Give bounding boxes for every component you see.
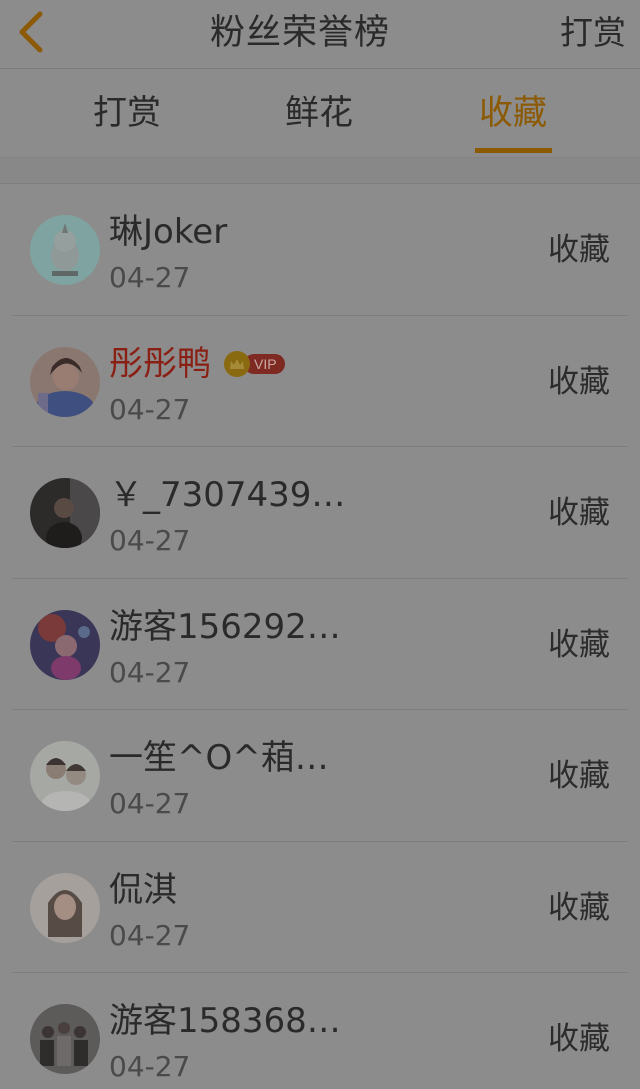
- list-item[interactable]: 游客158368… 04-27 收藏: [12, 973, 628, 1089]
- fan-name: 游客158368…: [109, 1001, 341, 1041]
- tab-reward[interactable]: 打赏: [72, 91, 182, 135]
- vip-badge: VIP: [224, 350, 285, 377]
- fan-name: 琳Joker: [109, 212, 228, 252]
- woman-portrait-avatar[interactable]: [30, 872, 100, 943]
- vip-label: VIP: [244, 353, 285, 374]
- fan-name: 侃淇: [109, 869, 177, 910]
- fan-date: 04-27: [109, 392, 191, 426]
- fan-action: 收藏: [548, 495, 610, 531]
- reward-button[interactable]: 打赏: [560, 8, 626, 58]
- fan-action: 收藏: [548, 1021, 610, 1057]
- fan-action: 收藏: [548, 758, 610, 794]
- section-divider: [0, 158, 640, 184]
- list-item[interactable]: 侃淇 04-27 收藏: [12, 842, 628, 973]
- fan-date: 04-27: [109, 787, 191, 820]
- list-item[interactable]: ￥_7307439… 04-27 收藏: [12, 447, 628, 579]
- list-item[interactable]: 一笙^O^葙… 04-27 收藏: [12, 710, 628, 842]
- page-title: 粉丝荣誉榜: [209, 13, 390, 53]
- tab-bar: 打赏 鲜花 收藏: [0, 69, 640, 158]
- girl-blue-avatar[interactable]: [30, 346, 100, 417]
- fan-date: 04-27: [109, 655, 191, 689]
- list-item[interactable]: 彤彤鸭 VIP 04-27 收藏: [12, 316, 628, 447]
- fan-action: 收藏: [548, 363, 610, 400]
- fan-date: 04-27: [109, 1050, 191, 1083]
- tab-favorites[interactable]: 收藏: [458, 91, 568, 135]
- fan-action: 收藏: [548, 232, 610, 268]
- dark-photo-avatar[interactable]: [30, 478, 100, 548]
- couple-avatar[interactable]: [30, 741, 100, 811]
- nav-bar: 粉丝荣誉榜 打赏: [0, 0, 640, 69]
- fan-name: ￥_7307439…: [109, 475, 346, 515]
- group-photo-avatar[interactable]: [30, 1004, 100, 1074]
- back-button[interactable]: [6, 6, 54, 58]
- unicorn-avatar[interactable]: [30, 215, 100, 285]
- crown-icon: [224, 350, 250, 377]
- list-item[interactable]: 琳Joker 04-27 收藏: [12, 184, 628, 316]
- active-tab-indicator: [475, 148, 552, 153]
- fan-name: 游客156292…: [109, 606, 341, 647]
- list-item[interactable]: 游客156292… 04-27 收藏: [12, 579, 628, 710]
- fan-action: 收藏: [548, 889, 610, 926]
- fan-action: 收藏: [548, 626, 610, 663]
- fan-name: 一笙^O^葙…: [109, 738, 329, 778]
- tab-flowers[interactable]: 鲜花: [264, 91, 374, 135]
- fan-date: 04-27: [109, 918, 191, 952]
- fans-honor-screen: 粉丝荣誉榜 打赏 打赏 鲜花 收藏 琳Joker 04-27 收藏 彤彤鸭 VI…: [0, 0, 640, 1089]
- fan-date: 04-27: [109, 524, 191, 557]
- fans-list: 琳Joker 04-27 收藏 彤彤鸭 VIP 04-27 收藏 ￥_73074…: [0, 184, 640, 1089]
- fan-date: 04-27: [109, 261, 191, 294]
- chevron-left-icon: [19, 11, 43, 53]
- anime-girl-avatar[interactable]: [30, 609, 100, 680]
- fan-name: 彤彤鸭: [109, 343, 211, 384]
